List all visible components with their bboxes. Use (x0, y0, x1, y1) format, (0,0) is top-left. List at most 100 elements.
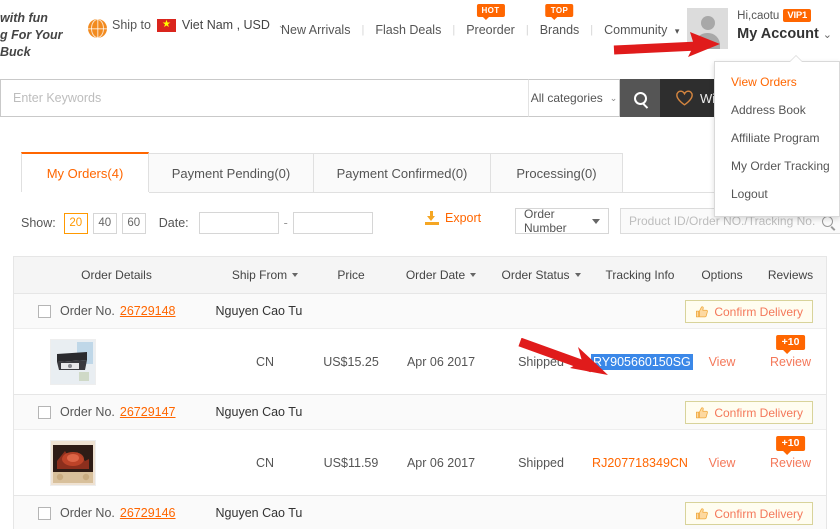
buyer-name: Nguyen Cao Tu (215, 405, 303, 419)
tab-my-orders[interactable]: My Orders(4) (21, 152, 149, 192)
sort-caret-icon (574, 273, 581, 277)
column-order-details: Order Details (14, 268, 219, 282)
date-label: Date: (158, 216, 189, 230)
order-no-link[interactable]: 26729146 (120, 506, 176, 520)
tab-label: Payment Confirmed(0) (336, 165, 468, 181)
primary-nav: New Arrivals | Flash Deals | HOT Preorde… (270, 4, 690, 37)
view-link[interactable]: View (709, 456, 736, 470)
date-from-input[interactable] (198, 212, 279, 234)
slogan-line-1: with fun (0, 11, 48, 25)
sort-caret-icon (292, 273, 299, 277)
top-badge: TOP (545, 4, 574, 19)
confirm-delivery-button[interactable]: Confirm Delivery (685, 502, 813, 525)
heart-icon (676, 90, 693, 106)
my-account-button[interactable]: My Account ⌄ (737, 26, 832, 42)
column-label: Order Details (81, 268, 152, 282)
tab-payment-confirmed[interactable]: Payment Confirmed(0) (313, 153, 491, 192)
order-checkbox[interactable] (38, 506, 51, 520)
page-size-40[interactable]: 40 (92, 212, 117, 234)
order-header: Order No. 26729146 Nguyen Cao Tu Confirm… (14, 496, 826, 529)
order-status-tabs: My Orders(4) Payment Pending(0) Payment … (21, 152, 821, 192)
review-points-badge: +10 (775, 334, 806, 354)
nav-item-flash-deals[interactable]: Flash Deals (364, 23, 452, 37)
order-header: Order No. 26729148 Nguyen Cao Tu Confirm… (14, 294, 826, 329)
date-to-input[interactable] (292, 212, 373, 234)
menu-item-address-book[interactable]: Address Book (715, 96, 839, 124)
thumbs-up-icon (695, 406, 709, 420)
view-link[interactable]: View (709, 355, 736, 369)
confirm-delivery-button[interactable]: Confirm Delivery (685, 401, 813, 424)
search-icon (633, 91, 647, 105)
column-label: Reviews (767, 268, 814, 282)
column-order-status[interactable]: Order Status (491, 268, 591, 282)
order-header: Order No. 26729147 Nguyen Cao Tu Confirm… (14, 395, 826, 430)
confirm-delivery-button[interactable]: Confirm Delivery (685, 300, 813, 323)
tracking-number[interactable]: RJ207718349CN (592, 456, 688, 470)
review-link[interactable]: Review (770, 355, 811, 369)
menu-item-view-orders[interactable]: View Orders (715, 68, 839, 96)
export-label: Export (445, 211, 482, 225)
ship-from-value: CN (255, 354, 275, 369)
column-reviews: Reviews (755, 268, 826, 282)
column-tracking-info: Tracking Info (591, 268, 689, 282)
menu-item-affiliate-program[interactable]: Affiliate Program (715, 124, 839, 152)
search-field-type-select[interactable]: Order Number (515, 207, 609, 235)
price-value: US$11.59 (323, 455, 379, 470)
account-area: Hi,caotu VIP1 My Account ⌄ (687, 8, 832, 49)
export-button[interactable]: Export (425, 211, 481, 225)
nav-label: New Arrivals (281, 23, 351, 37)
product-thumbnail-canvas-art[interactable] (50, 439, 96, 486)
column-label: Order Date (405, 268, 466, 282)
nav-item-community[interactable]: Community ▾ (593, 23, 690, 37)
show-label: Show: (21, 216, 56, 230)
category-selector[interactable]: All categories ⌄ (528, 79, 620, 117)
my-account-label: My Account (737, 26, 819, 42)
slogan-line-2: g For Your Buck (0, 28, 63, 59)
review-cell: +10 Review (755, 435, 826, 470)
avatar[interactable] (687, 8, 729, 49)
tracking-number-cell[interactable]: RJ207718349CN (591, 456, 689, 470)
order-no-link[interactable]: 26729147 (120, 405, 176, 419)
orders-table: Order Details Ship From Price Order Date… (13, 256, 827, 529)
hot-badge: HOT (476, 4, 505, 19)
ship-to-label: Ship to (112, 18, 151, 32)
search-icon[interactable] (822, 215, 833, 227)
column-ship-from[interactable]: Ship From (219, 268, 311, 282)
order-detail-row: CN US$11.59 Apr 06 2017 Shipped RJ207718… (14, 430, 826, 495)
tracking-number-cell[interactable]: RY905660150SG (591, 353, 693, 370)
nav-label: Brands (539, 23, 580, 37)
order-status-value: Shipped (518, 354, 564, 369)
confirm-delivery-label: Confirm Delivery (714, 506, 803, 521)
column-order-date[interactable]: Order Date (391, 268, 491, 282)
filter-toolbar: Show: 20 40 60 Date: - Export Order Numb… (21, 207, 840, 238)
greeting-text: Hi,caotu (737, 9, 780, 22)
menu-item-my-order-tracking[interactable]: My Order Tracking (715, 152, 839, 180)
nav-item-brands[interactable]: TOP Brands (529, 4, 591, 37)
column-label: Options (701, 268, 743, 282)
download-icon (425, 211, 439, 225)
order-no-label: Order No. (60, 304, 115, 318)
tab-payment-pending[interactable]: Payment Pending(0) (148, 153, 314, 192)
vip-badge: VIP1 (783, 9, 812, 22)
tab-processing[interactable]: Processing(0) (490, 153, 623, 192)
review-link[interactable]: Review (770, 456, 811, 470)
order-checkbox[interactable] (38, 405, 51, 419)
order-no-link[interactable]: 26729148 (120, 304, 176, 318)
menu-item-label: My Order Tracking (731, 159, 830, 173)
product-thumbnail-solar-light[interactable] (50, 338, 96, 385)
nav-item-new-arrivals[interactable]: New Arrivals (270, 23, 361, 37)
search-input[interactable] (1, 80, 528, 116)
menu-item-label: Logout (731, 187, 768, 201)
page-size-20[interactable]: 20 (63, 212, 88, 234)
order-checkbox[interactable] (38, 304, 51, 318)
search-button[interactable] (620, 79, 660, 117)
page-size-60[interactable]: 60 (121, 212, 146, 234)
tracking-number[interactable]: RY905660150SG (591, 353, 693, 370)
account-dropdown-menu: View Orders Address Book Affiliate Progr… (714, 55, 840, 217)
ship-to-selector[interactable]: Ship to ★ Viet Nam , USD ⌄ (112, 18, 285, 32)
order-row-group: Order No. 26729148 Nguyen Cao Tu Confirm… (14, 294, 826, 395)
category-label: All categories (530, 91, 603, 105)
nav-item-preorder[interactable]: HOT Preorder (455, 4, 526, 37)
menu-item-logout[interactable]: Logout (715, 180, 839, 208)
order-status-value: Shipped (518, 455, 564, 470)
